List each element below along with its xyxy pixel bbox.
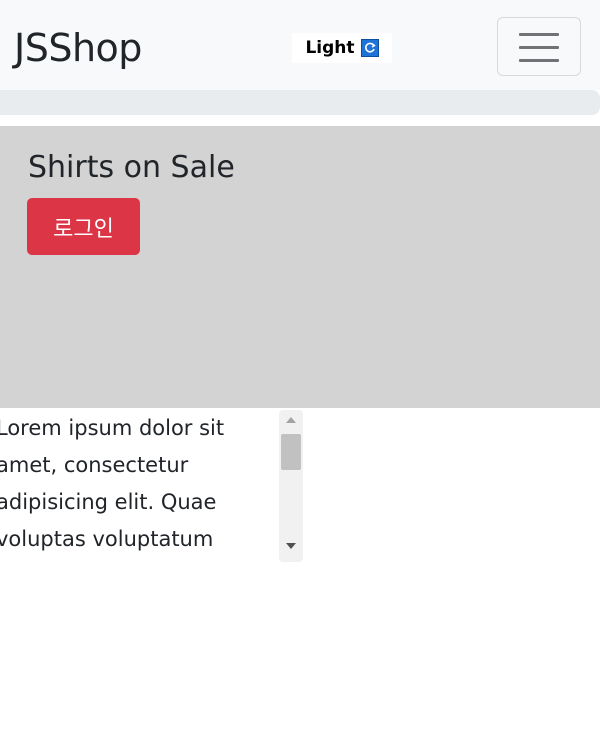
vertical-scrollbar[interactable] — [279, 410, 303, 562]
hamburger-menu-icon-bar — [519, 59, 559, 62]
scroll-up-arrow-icon[interactable] — [286, 417, 296, 423]
scrollbar-thumb[interactable] — [281, 434, 301, 470]
theme-toggle-label: Light — [305, 38, 355, 58]
lorem-text: Lorem ipsum dolor sit amet, consectetur … — [0, 416, 225, 551]
navbar: JSShop Light — [0, 0, 600, 90]
breadcrumb-bar — [0, 90, 600, 115]
brand-logo[interactable]: JSShop — [14, 22, 142, 74]
theme-toggle-button[interactable]: Light — [292, 33, 392, 63]
refresh-icon — [360, 39, 379, 57]
navbar-toggler-button[interactable] — [497, 17, 581, 76]
login-button[interactable]: 로그인 — [27, 198, 140, 255]
scroll-down-arrow-icon[interactable] — [286, 543, 296, 549]
hamburger-menu-icon — [519, 33, 559, 36]
hamburger-menu-icon-bar — [519, 46, 559, 49]
hero-title: Shirts on Sale — [28, 150, 235, 185]
scrollable-text-box[interactable]: Lorem ipsum dolor sit amet, consectetur … — [0, 410, 304, 562]
